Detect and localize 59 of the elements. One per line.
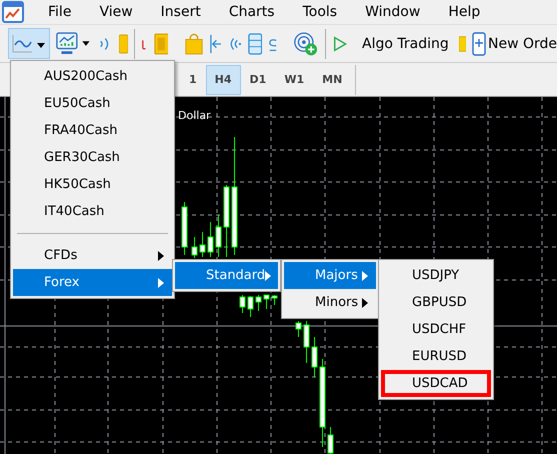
status-indicator-icon — [458, 36, 466, 52]
chart-title: Dollar — [178, 109, 211, 122]
menu-item[interactable]: USDCHF — [381, 316, 491, 343]
timeframe-tab[interactable]: D1 — [240, 64, 276, 94]
candle — [240, 294, 246, 314]
algo-trading-label[interactable]: Algo Trading — [362, 36, 449, 52]
candle — [248, 296, 254, 318]
menu-item[interactable]: EURUSD — [381, 343, 491, 370]
new-order-button[interactable]: New Orde — [472, 30, 557, 56]
menu-item[interactable]: HK50Cash — [13, 171, 172, 198]
menu-item[interactable]: GER30Cash — [13, 144, 172, 171]
menu-bar-item[interactable]: View — [85, 4, 147, 20]
candle — [256, 294, 262, 312]
submenu-arrow-icon — [158, 278, 164, 288]
play-icon[interactable] — [332, 34, 348, 54]
menu-item[interactable]: USDCAD — [381, 370, 491, 397]
menu-item[interactable]: USDJPY — [381, 262, 491, 289]
candle — [182, 202, 188, 256]
menu-item[interactable]: Majors — [284, 262, 376, 289]
app-logo-icon — [2, 1, 24, 23]
submenu-arrow-icon — [362, 270, 368, 280]
submenu-arrow-icon — [362, 298, 368, 308]
submenu-arrow-icon — [265, 270, 272, 280]
menu-item[interactable]: AUS200Cash — [13, 63, 172, 90]
menu-item[interactable]: GBPUSD — [381, 289, 491, 316]
window-list-icon[interactable] — [248, 30, 262, 56]
timeframe-tab[interactable]: 1 — [180, 64, 206, 94]
menu-bar-item[interactable]: Tools — [288, 4, 352, 20]
timeframe-tab[interactable]: H4 — [206, 64, 241, 94]
menu-item[interactable]: EU50Cash — [13, 90, 172, 117]
submenu-arrow-icon — [158, 250, 164, 260]
candle — [296, 320, 302, 338]
menu-item[interactable]: Standard — [175, 262, 278, 289]
timeframe-tab[interactable]: W1 — [275, 64, 314, 94]
candle — [272, 294, 278, 306]
chart-type-button[interactable] — [8, 28, 50, 59]
book-icon[interactable] — [154, 30, 168, 56]
candle — [304, 320, 310, 364]
menu-item[interactable]: FRA40Cash — [13, 117, 172, 144]
menu-item[interactable]: Forex — [13, 269, 172, 296]
candle — [216, 214, 222, 258]
candle — [192, 236, 198, 258]
menu-item[interactable]: Minors — [284, 289, 376, 316]
menu-bar-item[interactable]: Charts — [214, 4, 289, 20]
menu-item[interactable]: IT40Cash — [13, 198, 172, 225]
menu-item[interactable]: CFDs — [13, 242, 172, 269]
menu-bar-item[interactable]: Window — [351, 4, 434, 20]
candle — [264, 294, 270, 310]
candle — [312, 336, 318, 378]
candle — [328, 426, 334, 454]
candle — [200, 232, 206, 258]
plus-document-icon — [472, 30, 486, 56]
add-signal-icon[interactable] — [293, 30, 319, 58]
tab-icon[interactable] — [118, 32, 128, 56]
menu-bar-item[interactable]: File — [34, 4, 86, 20]
candle — [208, 222, 214, 258]
menu-bar-item[interactable]: Insert — [146, 4, 215, 20]
menu-bar-item[interactable]: Help — [434, 4, 494, 20]
timeframe-tab[interactable]: MN — [313, 64, 352, 94]
